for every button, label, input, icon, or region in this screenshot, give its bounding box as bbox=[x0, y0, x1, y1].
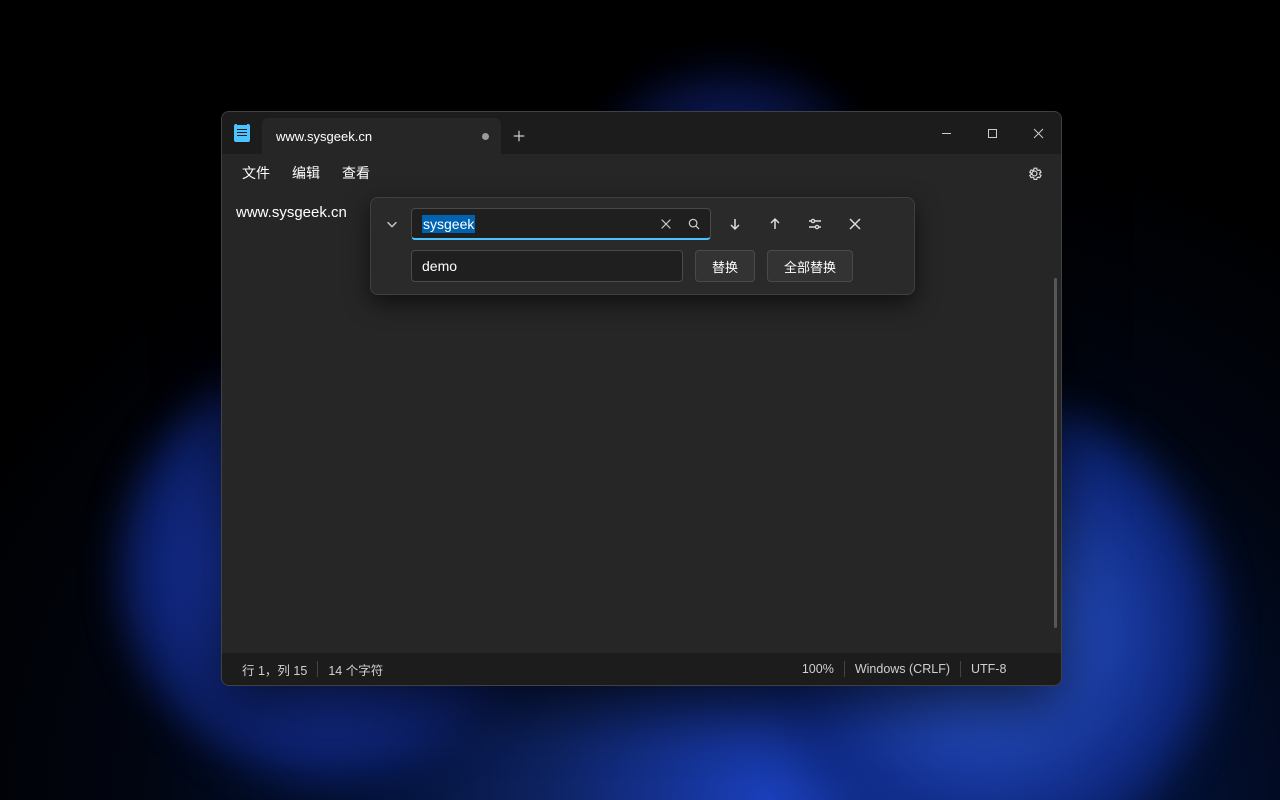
minimize-icon bbox=[941, 128, 952, 139]
find-replace-panel: sysgeek bbox=[370, 197, 915, 295]
replace-all-button[interactable]: 全部替换 bbox=[767, 250, 853, 282]
menu-edit[interactable]: 编辑 bbox=[282, 159, 330, 187]
gear-icon bbox=[1026, 165, 1043, 182]
status-bar: 行 1，列 15 14 个字符 100% Windows (CRLF) UTF-… bbox=[222, 653, 1061, 685]
char-count: 14 个字符 bbox=[318, 660, 393, 679]
clear-search-button[interactable] bbox=[653, 211, 679, 237]
close-window-button[interactable] bbox=[1015, 112, 1061, 154]
arrow-up-icon bbox=[767, 216, 783, 232]
find-next-button[interactable] bbox=[719, 208, 751, 240]
search-button[interactable] bbox=[681, 211, 707, 237]
close-icon bbox=[659, 217, 673, 231]
search-icon bbox=[687, 217, 701, 231]
search-field-wrap: sysgeek bbox=[411, 208, 711, 240]
replace-button[interactable]: 替换 bbox=[695, 250, 755, 282]
modified-indicator-icon bbox=[482, 133, 489, 140]
app-icon bbox=[222, 112, 262, 154]
new-tab-button[interactable] bbox=[501, 118, 537, 154]
vertical-scrollbar[interactable] bbox=[1054, 278, 1057, 628]
close-icon bbox=[847, 216, 863, 232]
cursor-position[interactable]: 行 1，列 15 bbox=[232, 660, 317, 679]
editor-content: www.sysgeek.cn bbox=[236, 204, 347, 221]
replace-input[interactable] bbox=[411, 250, 683, 282]
tab-title: www.sysgeek.cn bbox=[276, 129, 372, 144]
find-previous-button[interactable] bbox=[759, 208, 791, 240]
notepad-window: www.sysgeek.cn 文件 编辑 查看 www.sysgeek.cn bbox=[221, 111, 1062, 686]
close-icon bbox=[1033, 128, 1044, 139]
plus-icon bbox=[512, 129, 526, 143]
maximize-button[interactable] bbox=[969, 112, 1015, 154]
menu-bar: 文件 编辑 查看 bbox=[222, 154, 1061, 192]
title-bar: www.sysgeek.cn bbox=[222, 112, 1061, 154]
menu-file[interactable]: 文件 bbox=[232, 159, 280, 187]
settings-button[interactable] bbox=[1017, 158, 1051, 188]
menu-view[interactable]: 查看 bbox=[332, 159, 380, 187]
chevron-down-icon bbox=[385, 217, 399, 231]
window-controls bbox=[923, 112, 1061, 154]
collapse-toggle[interactable] bbox=[381, 213, 403, 235]
zoom-level[interactable]: 100% bbox=[792, 662, 844, 676]
find-options-button[interactable] bbox=[799, 208, 831, 240]
encoding[interactable]: UTF-8 bbox=[961, 662, 1051, 676]
document-tab[interactable]: www.sysgeek.cn bbox=[262, 118, 501, 154]
minimize-button[interactable] bbox=[923, 112, 969, 154]
editor-area[interactable]: www.sysgeek.cn sysgeek bbox=[222, 192, 1061, 653]
arrow-down-icon bbox=[727, 216, 743, 232]
close-find-button[interactable] bbox=[839, 208, 871, 240]
maximize-icon bbox=[987, 128, 998, 139]
sliders-icon bbox=[807, 216, 823, 232]
line-ending[interactable]: Windows (CRLF) bbox=[845, 662, 960, 676]
